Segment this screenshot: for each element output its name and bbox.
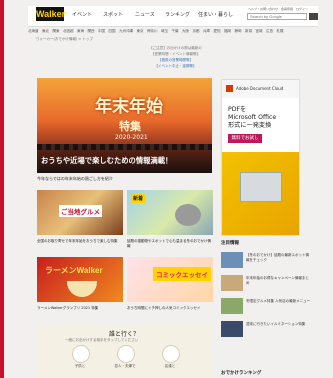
ramen-bowl-icon bbox=[67, 281, 97, 297]
sidebar-thumb bbox=[221, 252, 243, 268]
sidebar-item-text: 冬限定グルメ特集 人気店の最新メニュー bbox=[246, 299, 311, 303]
quiz-option-couple-icon[interactable] bbox=[117, 345, 135, 363]
sidebar-item-text: 【冬のおでかけ】話題の最新スポット情報をチェック bbox=[246, 253, 309, 262]
card-desc-ramen[interactable]: ラーメンWalkerグランプリ 2021 特集 bbox=[37, 306, 123, 311]
sidebar-thumb bbox=[221, 321, 243, 337]
sidebar-thumb bbox=[221, 298, 243, 314]
quiz-option-couple[interactable]: 恋人・夫婦で bbox=[113, 364, 137, 369]
sidebar-item[interactable]: 【冬のおでかけ】話題の最新スポット情報をチェック bbox=[221, 252, 311, 272]
region-links[interactable]: 北海道 東北 関東 北信越 東海 関西 中国 四国 九州沖縄 東京 神奈川 埼玉… bbox=[28, 29, 318, 34]
card-desc-animals[interactable]: 話題の猫動物やスポットで心も温まる冬のおでかけ情報 bbox=[127, 239, 213, 249]
ad-headline-3: 形式に一発変換 bbox=[228, 122, 272, 129]
sidebar-item-text: 年末年始のお得なキャンペーン情報まとめ bbox=[246, 276, 309, 285]
card-desc-comic[interactable]: おうち時間にイチ押しの人気コミックエッセイ bbox=[127, 306, 213, 311]
notice-box: 【ご注意】お出かけの際は最新の 【営業時間・イベント情報等】 【施設の営業時間等… bbox=[118, 45, 233, 69]
sidebar-item[interactable]: 冬限定グルメ特集 人気店の最新メニュー bbox=[221, 298, 311, 318]
sidebar-heading: 注目情報 bbox=[221, 241, 239, 246]
card-label-animals: 新着 bbox=[131, 194, 146, 203]
hero-banner[interactable]: 年末年始 特集 2020-2021 おうちや近場で楽しむための情報満載！ bbox=[37, 78, 212, 173]
header-top-links[interactable]: ヘルプ・お問い合わせ 会員登録 ログイン bbox=[248, 7, 308, 11]
nav-ranking[interactable]: ランキング bbox=[165, 11, 190, 18]
nav-living[interactable]: 住まい・暮らし bbox=[198, 11, 233, 18]
left-accent-bar bbox=[0, 0, 4, 378]
adobe-logo-icon bbox=[226, 85, 233, 92]
ad-cta-button[interactable]: 無料でお試し bbox=[228, 134, 262, 143]
sidebar-thumb bbox=[221, 275, 243, 291]
card-image-ramen[interactable]: ラーメンWalker bbox=[37, 257, 123, 302]
nav-events[interactable]: イベント bbox=[72, 11, 92, 18]
who-with-quiz: 誰と行く？ 一緒にお出かけする相手をタップしてください 子供と 恋人・夫婦で 友… bbox=[37, 325, 212, 378]
ranking-heading: おでかけランキング bbox=[221, 371, 262, 376]
quiz-subtitle: 一緒にお出かけする相手をタップしてください bbox=[65, 338, 139, 342]
card-image-comic[interactable]: コミックエッセイ bbox=[127, 257, 213, 302]
breadcrumb[interactable]: ウォーカー(おでかけ情報) > トップ bbox=[36, 37, 93, 42]
card-image-gourmet[interactable]: ご当地グルメ bbox=[37, 190, 123, 235]
search-icon[interactable] bbox=[309, 13, 318, 20]
laptop-icon bbox=[240, 172, 282, 202]
card-desc-gourmet[interactable]: 全国のお取り寄せで年末年始をおうちで楽しむ特集 bbox=[37, 239, 123, 244]
nav-spots[interactable]: スポット bbox=[103, 11, 123, 18]
quiz-option-friends[interactable]: 友達と bbox=[158, 364, 182, 369]
notice-link-events[interactable]: 【イベント中止・延期等】 bbox=[118, 63, 233, 69]
hero-subtitle: 特集 bbox=[119, 120, 141, 133]
quiz-option-friends-icon[interactable] bbox=[162, 345, 180, 363]
quiz-question: 誰と行く？ bbox=[109, 331, 140, 338]
search-input[interactable] bbox=[247, 13, 307, 20]
nav-news[interactable]: ニュース bbox=[135, 11, 155, 18]
ad-brand: Adobe Document Cloud bbox=[236, 86, 284, 91]
ad-headline-2: Microsoft Office bbox=[228, 114, 277, 121]
sidebar-item[interactable]: 週末に行きたいイルミネーション特集 bbox=[221, 321, 311, 341]
adobe-ad[interactable]: Adobe Document Cloud PDFを Microsoft Offi… bbox=[221, 79, 300, 236]
ad-headline-1: PDFを bbox=[228, 106, 247, 113]
card-label-ramen: ラーメンWalker bbox=[45, 266, 103, 275]
card-label-gourmet: ご当地グルメ bbox=[59, 205, 102, 217]
quiz-option-kids[interactable]: 子供と bbox=[68, 364, 92, 369]
card-image-animals[interactable]: 新着 bbox=[127, 190, 213, 235]
site-logo[interactable]: Walker bbox=[36, 7, 65, 21]
hero-description[interactable]: 今年ならではの年末年始の過ごし方を紹介 bbox=[37, 176, 113, 182]
quiz-option-kids-icon[interactable] bbox=[72, 345, 90, 363]
sidebar-item[interactable]: 年末年始のお得なキャンペーン情報まとめ bbox=[221, 275, 311, 295]
hero-title: 年末年始 bbox=[95, 97, 163, 117]
card-label-comic: コミックエッセイ bbox=[153, 267, 211, 281]
hero-caption: おうちや近場で楽しむための情報満載！ bbox=[41, 156, 173, 165]
hero-year: 2020-2021 bbox=[115, 134, 148, 141]
cat-photo bbox=[175, 204, 201, 226]
sidebar-item-text: 週末に行きたいイルミネーション特集 bbox=[246, 322, 306, 326]
